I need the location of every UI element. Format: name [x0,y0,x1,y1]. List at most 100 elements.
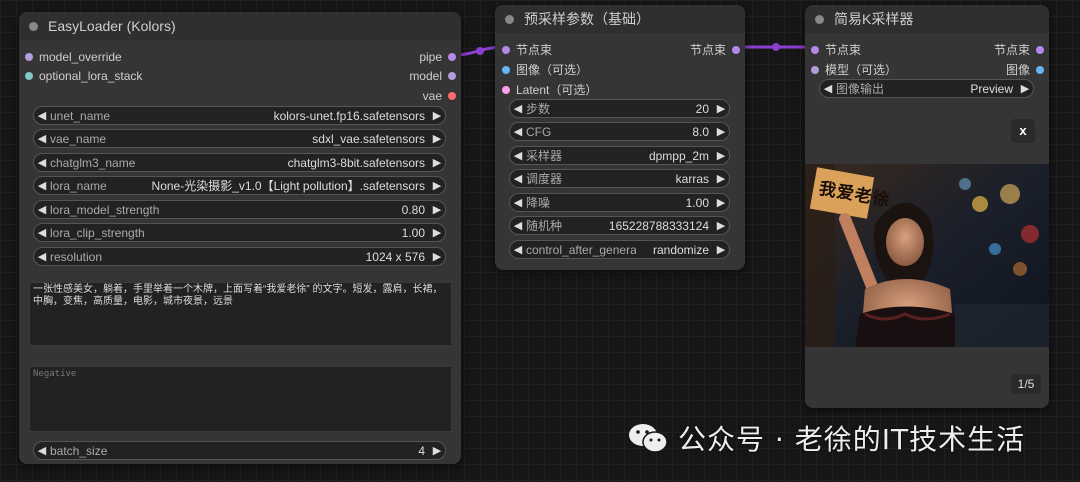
collapse-dot-icon[interactable] [29,21,38,31]
widget-cfg[interactable]: ◀ CFG 8.0 ▶ [509,122,730,141]
arrow-right-icon[interactable]: ▶ [713,219,729,232]
widget-sampler[interactable]: ◀ 采样器 dpmpp_2m ▶ [509,146,730,165]
widget-steps[interactable]: ◀ 步数 20 ▶ [509,99,730,118]
output-model[interactable]: model [409,69,456,83]
arrow-right-icon[interactable]: ▶ [1017,82,1033,95]
presampler-node[interactable]: 预采样参数（基础） 节点束 图像（可选） Latent（可选） 节点束 ◀ 步数… [495,5,745,270]
widget-control-after-generate[interactable]: ◀ control_after_generate randomize ▶ [509,240,730,259]
widget-lora-clip-strength[interactable]: ◀ lora_clip_strength 1.00 ▶ [33,223,446,242]
widget-value: 1.00 [401,225,425,240]
preview-image[interactable]: 我爱老徐 [805,164,1049,347]
wire-midpoint [476,47,484,55]
socket-icon[interactable] [502,85,510,94]
widget-vae-name[interactable]: ◀ vae_name sdxl_vae.safetensors ▶ [33,129,446,148]
node-title-bar[interactable]: 简易K采样器 [805,5,1049,33]
widget-scheduler[interactable]: ◀ 调度器 karras ▶ [509,169,730,188]
widget-chatglm3-name[interactable]: ◀ chatglm3_name chatglm3-8bit.safetensor… [33,153,446,172]
arrow-right-icon[interactable]: ▶ [429,250,445,263]
arrow-left-icon[interactable]: ◀ [34,156,50,169]
arrow-left-icon[interactable]: ◀ [34,444,50,457]
output-vae[interactable]: vae [423,89,456,103]
arrow-left-icon[interactable]: ◀ [510,149,526,162]
widget-label: unet_name [50,108,111,123]
negative-prompt-input[interactable]: Negative [29,366,452,432]
widget-lora-model-strength[interactable]: ◀ lora_model_strength 0.80 ▶ [33,200,446,219]
ksampler-node[interactable]: 简易K采样器 节点束 模型（可选） 节点束 图像 ◀ 图像输出 Preview … [805,5,1049,408]
arrow-right-icon[interactable]: ▶ [429,109,445,122]
arrow-right-icon[interactable]: ▶ [713,172,729,185]
output-pipe[interactable]: 节点束 [994,41,1044,58]
collapse-dot-icon[interactable] [815,14,824,24]
socket-icon[interactable] [811,45,819,54]
widget-value: 4 [418,443,425,458]
socket-icon[interactable] [732,45,740,54]
input-pipe[interactable]: 节点束 [502,41,552,58]
socket-icon[interactable] [448,72,456,80]
arrow-left-icon[interactable]: ◀ [34,179,50,192]
socket-icon[interactable] [448,53,456,61]
widget-unet-name[interactable]: ◀ unet_name kolors-unet.fp16.safetensors… [33,106,446,125]
widget-label: batch_size [50,443,108,458]
arrow-left-icon[interactable]: ◀ [34,250,50,263]
socket-icon[interactable] [502,45,510,54]
arrow-right-icon[interactable]: ▶ [713,125,729,138]
widget-value: sdxl_vae.safetensors [312,131,425,146]
node-title-bar[interactable]: EasyLoader (Kolors) [19,12,461,40]
arrow-left-icon[interactable]: ◀ [510,243,526,256]
arrow-left-icon[interactable]: ◀ [510,172,526,185]
output-pipe[interactable]: 节点束 [690,41,740,58]
socket-icon[interactable] [502,65,510,74]
widget-denoise[interactable]: ◀ 降噪 1.00 ▶ [509,193,730,212]
widget-label: resolution [50,249,103,264]
arrow-right-icon[interactable]: ▶ [429,226,445,239]
input-model-override[interactable]: model_override [25,50,122,64]
node-title-bar[interactable]: 预采样参数（基础） [495,5,745,33]
widget-value: kolors-unet.fp16.safetensors [273,108,425,123]
collapse-dot-icon[interactable] [505,14,514,24]
close-preview-button[interactable]: x [1011,119,1035,143]
positive-prompt-input[interactable]: 一张性感美女，躺着，手里举着一个木牌，上面写着“我爱老徐” 的文字。短发，露肩，… [29,282,452,346]
arrow-left-icon[interactable]: ◀ [510,102,526,115]
arrow-left-icon[interactable]: ◀ [34,132,50,145]
arrow-left-icon[interactable]: ◀ [510,125,526,138]
arrow-right-icon[interactable]: ▶ [713,149,729,162]
arrow-left-icon[interactable]: ◀ [34,109,50,122]
node-title: 简易K采样器 [834,11,914,27]
node-title: EasyLoader (Kolors) [48,18,176,34]
input-label: Latent（可选） [516,83,598,97]
input-label: optional_lora_stack [39,69,143,83]
input-image[interactable]: 图像（可选） [502,61,588,78]
widget-lora-name[interactable]: ◀ lora_name None-光染摄影_v1.0【Light polluti… [33,176,446,195]
widget-batch-size[interactable]: ◀ batch_size 4 ▶ [33,441,446,460]
socket-icon[interactable] [1036,65,1044,74]
socket-icon[interactable] [25,72,33,80]
output-image[interactable]: 图像 [1006,61,1044,78]
socket-icon[interactable] [811,65,819,74]
arrow-right-icon[interactable]: ▶ [429,156,445,169]
widget-label: lora_name [50,178,107,193]
easyloader-node[interactable]: EasyLoader (Kolors) model_override optio… [19,12,461,464]
arrow-right-icon[interactable]: ▶ [429,132,445,145]
arrow-right-icon[interactable]: ▶ [429,444,445,457]
arrow-left-icon[interactable]: ◀ [34,226,50,239]
arrow-right-icon[interactable]: ▶ [429,179,445,192]
output-pipe[interactable]: pipe [419,50,456,64]
arrow-right-icon[interactable]: ▶ [713,102,729,115]
widget-image-output[interactable]: ◀ 图像输出 Preview ▶ [819,79,1034,98]
input-model-optional[interactable]: 模型（可选） [811,61,897,78]
socket-icon[interactable] [1036,45,1044,54]
socket-icon[interactable] [25,53,33,61]
input-optional-lora-stack[interactable]: optional_lora_stack [25,69,142,83]
arrow-right-icon[interactable]: ▶ [429,203,445,216]
arrow-left-icon[interactable]: ◀ [820,82,836,95]
arrow-left-icon[interactable]: ◀ [510,219,526,232]
widget-seed[interactable]: ◀ 随机种 165228788333124 ▶ [509,216,730,235]
input-latent[interactable]: Latent（可选） [502,81,597,98]
widget-resolution[interactable]: ◀ resolution 1024 x 576 ▶ [33,247,446,266]
arrow-left-icon[interactable]: ◀ [34,203,50,216]
arrow-right-icon[interactable]: ▶ [713,196,729,209]
socket-icon[interactable] [448,92,456,100]
arrow-left-icon[interactable]: ◀ [510,196,526,209]
input-pipe[interactable]: 节点束 [811,41,861,58]
arrow-right-icon[interactable]: ▶ [713,243,729,256]
